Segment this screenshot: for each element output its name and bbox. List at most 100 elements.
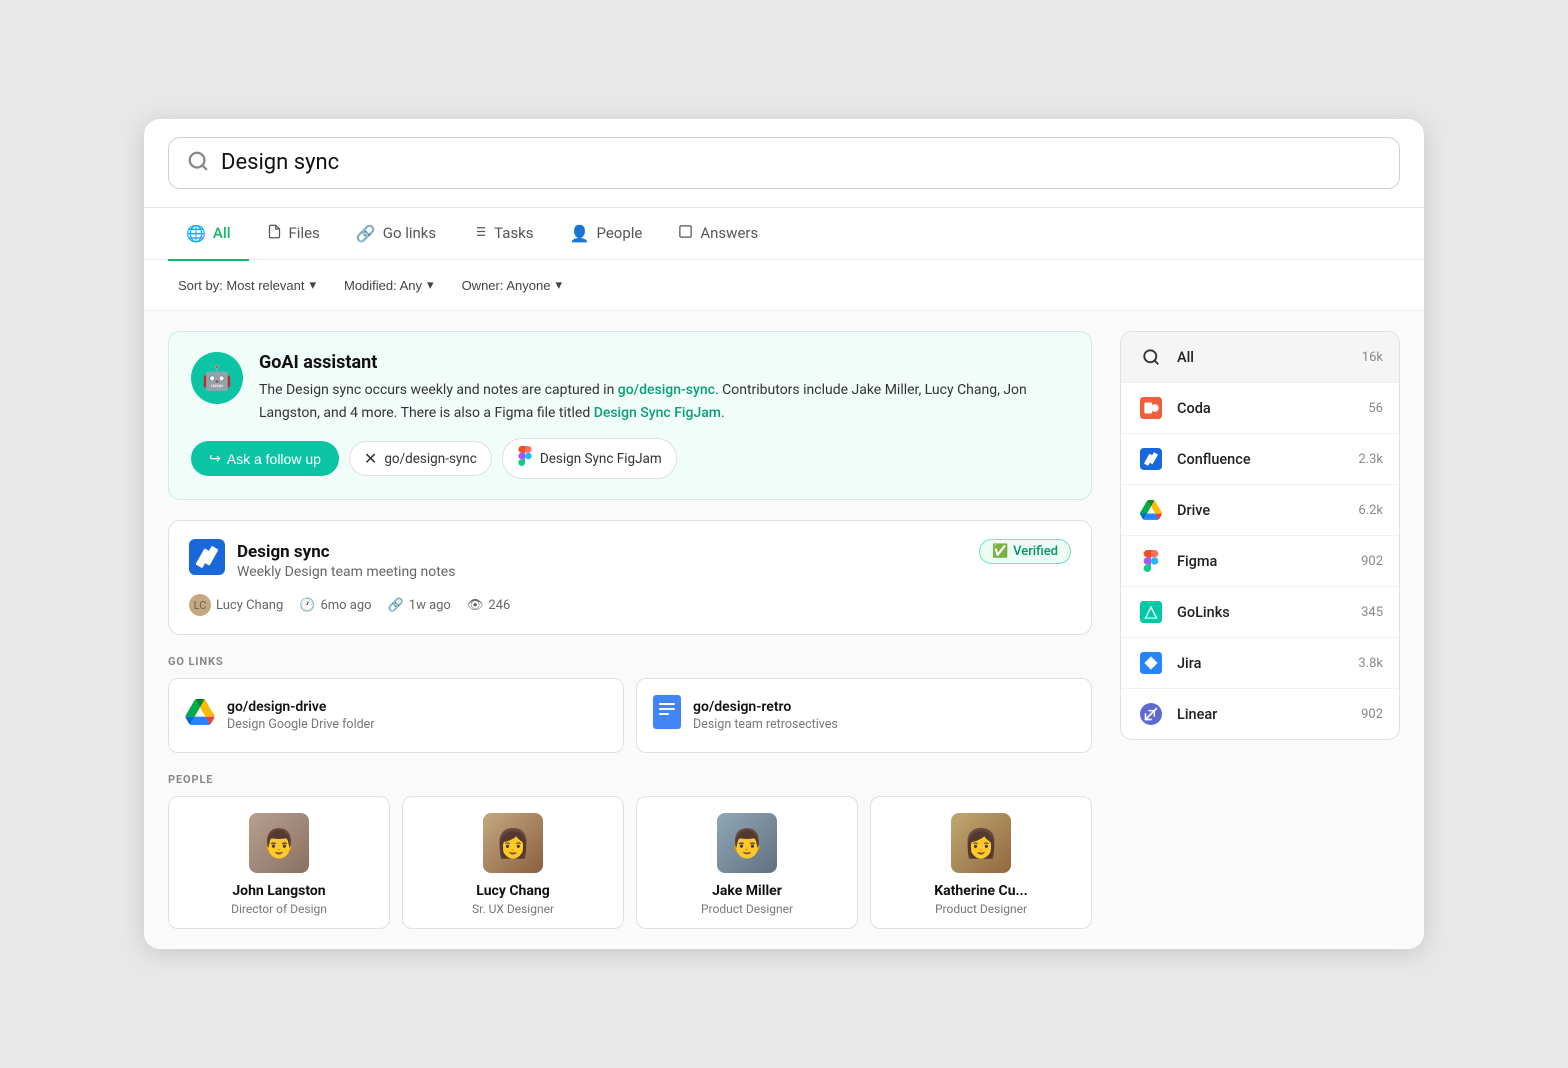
- sidebar-drive-count: 6.2k: [1358, 503, 1383, 518]
- figma-chip[interactable]: Design Sync FigJam: [502, 438, 677, 479]
- sidebar-linear-label: Linear: [1177, 706, 1349, 723]
- sidebar-item-figma[interactable]: Figma 902: [1121, 536, 1399, 587]
- check-icon: ✅: [992, 544, 1008, 559]
- modified-filter[interactable]: Modified: Any ▾: [334, 272, 444, 298]
- go-link-retro-text: go/design-retro Design team retrosective…: [693, 699, 838, 732]
- tab-files-label: Files: [289, 224, 320, 242]
- sidebar-item-drive[interactable]: Drive 6.2k: [1121, 485, 1399, 536]
- go-link-retro-desc: Design team retrosectives: [693, 717, 838, 732]
- sidebar-coda-count: 56: [1368, 401, 1383, 416]
- sort-filter-label: Sort by: Most relevant: [178, 278, 304, 293]
- tabs-row: 🌐 All Files 🔗 Go links Tasks 👤: [144, 208, 1424, 261]
- sidebar-confluence-count: 2.3k: [1358, 452, 1383, 467]
- app-wrapper: Design sync 🌐 All Files 🔗 Go links: [144, 119, 1424, 949]
- lucy-role: Sr. UX Designer: [472, 902, 554, 916]
- goai-link1[interactable]: go/design-sync: [618, 382, 715, 398]
- tab-golinks[interactable]: 🔗 Go links: [338, 208, 454, 261]
- owner-chevron-icon: ▾: [555, 277, 562, 293]
- main-panel: 🌐 All Files 🔗 Go links Tasks 👤: [144, 208, 1424, 949]
- all-search-icon: [1137, 343, 1165, 371]
- person-lucy[interactable]: 👩 Lucy Chang Sr. UX Designer: [402, 796, 624, 929]
- owner-filter-label: Owner: Anyone: [462, 278, 551, 293]
- search-query: Design sync: [221, 150, 339, 175]
- sort-chevron-icon: ▾: [309, 277, 316, 293]
- go-link-drive-text: go/design-drive Design Google Drive fold…: [227, 699, 375, 732]
- modified-chevron-icon: ▾: [427, 277, 434, 293]
- tasks-icon: [472, 224, 487, 243]
- goai-desc-end: .: [721, 405, 725, 421]
- sidebar-item-coda[interactable]: Coda 56: [1121, 383, 1399, 434]
- go-link-drive-title: go/design-drive: [227, 699, 375, 715]
- views-count: 246: [488, 598, 510, 613]
- jake-role: Product Designer: [701, 902, 793, 916]
- person-katherine[interactable]: 👩 Katherine Cu... Product Designer: [870, 796, 1092, 929]
- figma-chip-icon: [517, 446, 533, 471]
- sidebar-item-linear[interactable]: Linear 902: [1121, 689, 1399, 739]
- goai-content: GoAI assistant The Design sync occurs we…: [259, 352, 1069, 424]
- modified-filter-label: Modified: Any: [344, 278, 422, 293]
- sidebar-item-golinks[interactable]: GoLinks 345: [1121, 587, 1399, 638]
- sidebar-golinks-count: 345: [1361, 605, 1383, 620]
- sidebar-item-jira[interactable]: Jira 3.8k: [1121, 638, 1399, 689]
- chip2-label: Design Sync FigJam: [540, 451, 662, 467]
- coda-icon: [1137, 394, 1165, 422]
- sort-filter[interactable]: Sort by: Most relevant ▾: [168, 272, 326, 298]
- created-ago: 6mo ago: [320, 598, 371, 613]
- search-icon: [187, 150, 209, 176]
- sidebar-all-label: All: [1177, 349, 1350, 366]
- people-icon: 👤: [570, 224, 590, 243]
- person-john[interactable]: 👨 John Langston Director of Design: [168, 796, 390, 929]
- sidebar-item-confluence[interactable]: Confluence 2.3k: [1121, 434, 1399, 485]
- sidebar-item-all[interactable]: All 16k: [1121, 332, 1399, 383]
- jira-sidebar-icon: [1137, 649, 1165, 677]
- owner-avatar: LC: [189, 594, 211, 616]
- owner-meta: LC Lucy Chang: [189, 594, 283, 616]
- people-grid: 👨 John Langston Director of Design 👩 Luc…: [168, 796, 1092, 929]
- tab-people[interactable]: 👤 People: [552, 208, 661, 261]
- tab-answers[interactable]: Answers: [660, 208, 776, 261]
- right-sidebar: All 16k Coda 56: [1120, 331, 1400, 929]
- owner-filter[interactable]: Owner: Anyone ▾: [452, 272, 572, 298]
- tab-answers-label: Answers: [700, 224, 758, 242]
- tab-all[interactable]: 🌐 All: [168, 208, 249, 261]
- go-link-drive[interactable]: go/design-drive Design Google Drive fold…: [168, 678, 624, 753]
- katherine-avatar: 👩: [951, 813, 1011, 873]
- goai-link2[interactable]: Design Sync FigJam: [594, 405, 721, 421]
- golinks-chip[interactable]: ✕ go/design-sync: [349, 441, 492, 476]
- sidebar-jira-label: Jira: [1177, 655, 1346, 672]
- sidebar-figma-label: Figma: [1177, 553, 1349, 570]
- link-icon: 🔗: [388, 598, 404, 613]
- followup-label: Ask a follow up: [227, 451, 321, 467]
- confluence-sidebar-icon: [1137, 445, 1165, 473]
- tab-all-label: All: [213, 224, 231, 242]
- john-avatar: 👨: [249, 813, 309, 873]
- chip1-label: go/design-sync: [384, 451, 477, 467]
- design-sync-card[interactable]: Design sync Weekly Design team meeting n…: [168, 520, 1092, 635]
- card-header: Design sync Weekly Design team meeting n…: [189, 539, 1071, 582]
- sidebar-coda-label: Coda: [1177, 400, 1356, 417]
- tab-tasks[interactable]: Tasks: [454, 208, 551, 261]
- answers-icon: [678, 224, 693, 243]
- main-results: 🤖 GoAI assistant The Design sync occurs …: [168, 331, 1092, 929]
- eye-icon: 👁: [467, 598, 484, 613]
- sidebar-drive-label: Drive: [1177, 502, 1346, 519]
- go-link-retro[interactable]: go/design-retro Design team retrosective…: [636, 678, 1092, 753]
- card-subtitle: Weekly Design team meeting notes: [237, 564, 455, 580]
- go-link-retro-title: go/design-retro: [693, 699, 838, 715]
- goai-header: 🤖 GoAI assistant The Design sync occurs …: [191, 352, 1069, 424]
- sidebar-golinks-label: GoLinks: [1177, 604, 1349, 621]
- search-bar-area: Design sync: [144, 119, 1424, 208]
- confluence-card-icon: [189, 539, 225, 582]
- jake-name: Jake Miller: [712, 883, 782, 899]
- verified-label: Verified: [1013, 544, 1058, 559]
- linear-sidebar-icon: [1137, 700, 1165, 728]
- person-jake[interactable]: 👨 Jake Miller Product Designer: [636, 796, 858, 929]
- katherine-role: Product Designer: [935, 902, 1027, 916]
- ask-followup-button[interactable]: ↪ Ask a follow up: [191, 441, 339, 476]
- people-section-header: PEOPLE: [168, 773, 1092, 786]
- tab-files[interactable]: Files: [249, 208, 338, 261]
- goai-description: The Design sync occurs weekly and notes …: [259, 379, 1069, 424]
- all-icon: 🌐: [186, 224, 206, 243]
- tab-tasks-label: Tasks: [494, 224, 533, 242]
- search-input-row[interactable]: Design sync: [168, 137, 1400, 189]
